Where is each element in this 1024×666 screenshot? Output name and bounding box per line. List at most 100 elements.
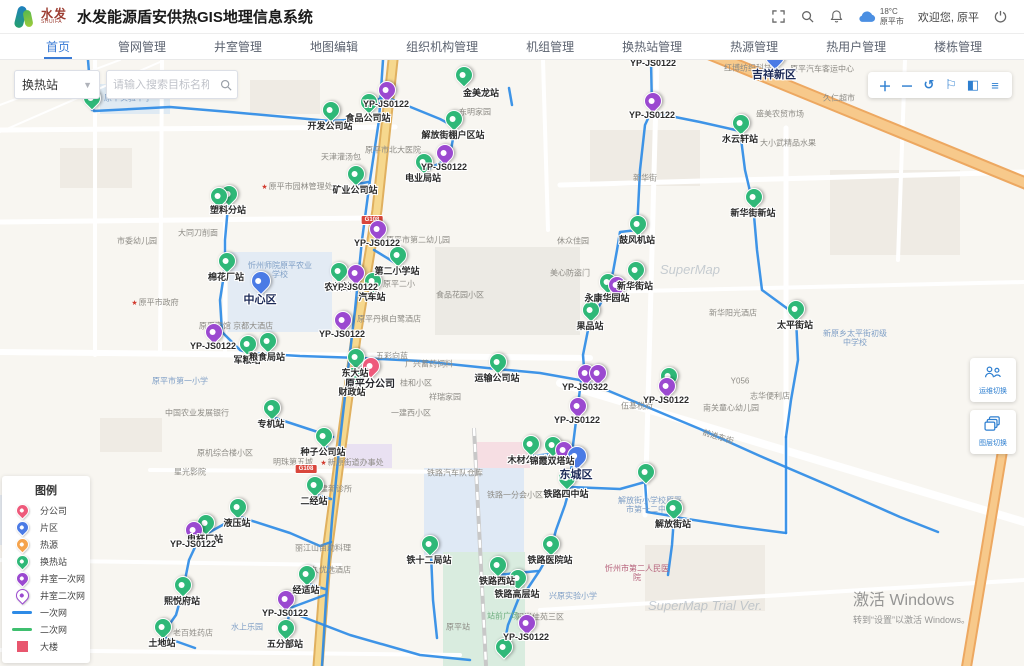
- tab-0[interactable]: 首页: [22, 33, 94, 59]
- legend-line-icon: [12, 628, 32, 631]
- tab-7[interactable]: 热源管理: [706, 33, 802, 59]
- map-poi-label: 原平丹枫白鹭酒店: [357, 314, 421, 323]
- map-pin-label: 粮食局站: [249, 350, 285, 363]
- tab-4[interactable]: 组织机构管理: [382, 33, 502, 59]
- layer-list-icon[interactable]: ≡: [984, 73, 1006, 97]
- map-pin-label: 太平街站: [777, 318, 813, 331]
- map-poi-label: 星光影院: [174, 467, 206, 476]
- ops-switch-button-label: 运维切换: [979, 386, 1007, 396]
- legend-item-label: 二次网: [40, 623, 67, 636]
- map-pin-label: 熙悦府站: [164, 594, 200, 607]
- map-legend: 图例 分公司片区热源换热站井室一次网井室二次网一次网二次网大楼: [2, 476, 90, 663]
- search-icon[interactable]: [800, 9, 815, 24]
- map-poi-label: 大小武精品水果: [760, 138, 816, 147]
- map-poi-label: 市委幼儿园: [117, 236, 157, 245]
- legend-item: 片区: [2, 519, 90, 536]
- map-pin-label: YP-JS0122: [262, 608, 308, 618]
- map-pin-label: 鼓风机站: [619, 233, 655, 246]
- map-pin-label: YP-JS0122: [554, 415, 600, 425]
- layers-stack-icon: [984, 416, 1002, 436]
- map-pin-label: YP-JS0122: [190, 341, 236, 351]
- map-pin-label: 土地站: [148, 636, 175, 649]
- legend-item-label: 片区: [40, 521, 58, 534]
- map-poi-label: 原平市北大医院: [365, 145, 421, 154]
- map-poi-label: Y056: [731, 376, 750, 385]
- weather-temp: 18°C: [880, 7, 898, 16]
- map-poi-label: 兴原实验小学: [549, 591, 597, 600]
- map-poi-label: 一建西小区: [391, 408, 431, 417]
- tab-6[interactable]: 换热站管理: [598, 33, 706, 59]
- map-pin-label: YP-JS0122: [354, 238, 400, 248]
- map-pin-label: YP-JS0122: [630, 60, 676, 68]
- tab-3[interactable]: 地图编辑: [286, 33, 382, 59]
- tab-8[interactable]: 热用户管理: [802, 33, 910, 59]
- legend-pin-icon: [13, 552, 31, 570]
- welcome-text: 欢迎您, 原平: [918, 9, 979, 25]
- legend-item-label: 一次网: [40, 606, 67, 619]
- search-input[interactable]: [107, 79, 215, 91]
- legend-item: 井室二次网: [2, 587, 90, 604]
- pan-mode-icon[interactable]: ◧: [962, 73, 984, 97]
- map-poi-label: 忻州市第二人民医院: [604, 564, 670, 582]
- main-nav: 首页管网管理井室管理地图编辑组织机构管理机组管理换热站管理热源管理热用户管理楼栋…: [0, 33, 1024, 60]
- zoom-out-icon[interactable]: －: [896, 73, 918, 97]
- map-pin-label: 五分部站: [267, 637, 303, 650]
- layer-switch-button-label: 图层切换: [979, 438, 1007, 448]
- map-poi-label: 食品花园小区: [436, 290, 484, 299]
- fullscreen-icon[interactable]: [771, 9, 786, 24]
- legend-item: 换热站: [2, 553, 90, 570]
- search-bar: [106, 70, 238, 99]
- legend-pin-icon: [13, 501, 31, 519]
- zoom-in-icon[interactable]: ＋: [874, 73, 896, 97]
- legend-item-label: 井室一次网: [40, 572, 85, 585]
- map-pin-label: 铁路西站: [479, 574, 515, 587]
- legend-pin-icon: [13, 518, 31, 536]
- legend-item: 井室一次网: [2, 570, 90, 587]
- map-poi-label: ★原平市园林管理处: [261, 182, 332, 192]
- reset-view-icon[interactable]: ↺: [918, 73, 940, 97]
- logout-icon[interactable]: [993, 9, 1008, 24]
- map-pin-label: 财政站: [338, 385, 365, 398]
- tab-1[interactable]: 管网管理: [94, 33, 190, 59]
- legend-title: 图例: [2, 482, 90, 498]
- page-title: 水发能源盾安供热GIS地理信息系统: [77, 6, 313, 27]
- legend-item-label: 换热站: [40, 555, 67, 568]
- map-poi-label: 志华便利店: [750, 391, 790, 400]
- measure-icon[interactable]: ⚐: [940, 73, 962, 97]
- app-header: 水发 SHUIFA 水发能源盾安供热GIS地理信息系统 18°C 原平市 欢迎您…: [0, 0, 1024, 33]
- supermap-trial-watermark: SuperMap Trial Ver.: [648, 598, 762, 614]
- map-pin-label: 吉祥新区: [752, 66, 796, 82]
- legend-item: 大楼: [2, 638, 90, 655]
- map-poi-label: 新华阳光酒店: [709, 308, 757, 317]
- tab-2[interactable]: 井室管理: [190, 33, 286, 59]
- bell-icon[interactable]: [829, 9, 844, 24]
- layer-switch-button[interactable]: 图层切换: [970, 410, 1016, 454]
- map-poi-label: 新华街: [633, 173, 657, 182]
- legend-item: 分公司: [2, 502, 90, 519]
- app-logo: 水发 SHUIFA: [14, 5, 67, 29]
- map-pin-label: 铁路四中站: [543, 487, 588, 500]
- map-pin-label: 液压站: [223, 516, 250, 529]
- category-select[interactable]: 换热站 ▼: [14, 70, 100, 99]
- map-poi-label: 广兴蓄药饲料: [405, 359, 453, 368]
- tab-5[interactable]: 机组管理: [502, 33, 598, 59]
- map-poi-label: 老百姓药店: [173, 628, 213, 637]
- map-pin-label: 中心区: [244, 291, 277, 307]
- map-pin-label: 电业局站: [405, 171, 441, 184]
- map-canvas[interactable]: 原平实验中学东明家园原平市北大医院天津灌汤包★原平市园林管理处大同刀削面市委幼儿…: [0, 60, 1024, 666]
- logo-icon: [14, 5, 36, 29]
- map-poi-label: 站前广场: [487, 611, 519, 620]
- map-search-icon[interactable]: [215, 79, 237, 91]
- weather-city: 原平市: [880, 17, 904, 26]
- tab-10[interactable]: 小区管理: [1006, 33, 1024, 59]
- users-icon: [984, 365, 1002, 384]
- legend-item: 二次网: [2, 621, 90, 638]
- map-pin-label: 专机站: [257, 417, 284, 430]
- map-pin-label: 新华街新站: [730, 206, 775, 219]
- map-pin-label: 经适站: [292, 583, 319, 596]
- map-pin-label: YP-JS0122: [503, 632, 549, 642]
- ops-switch-button[interactable]: 运维切换: [970, 358, 1016, 402]
- tab-9[interactable]: 楼栋管理: [910, 33, 1006, 59]
- map-pin-label: 铁路高层站: [494, 587, 539, 600]
- map-poi-label: ★原平市政府: [131, 298, 178, 308]
